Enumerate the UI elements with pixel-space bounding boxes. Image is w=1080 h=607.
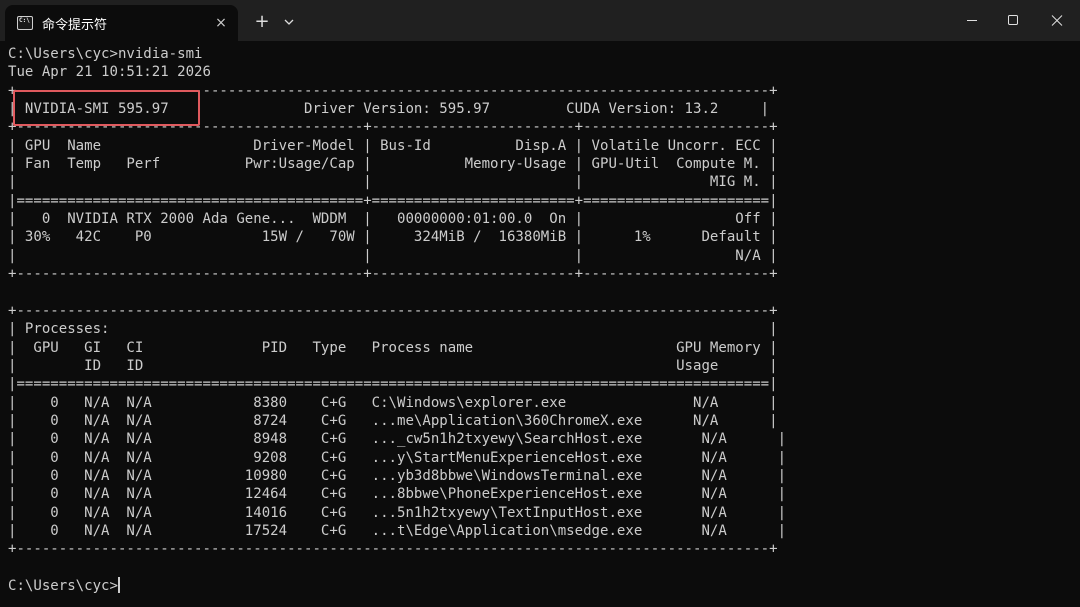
minimize-button[interactable] <box>949 0 995 41</box>
terminal-line: | 0 N/A N/A 14016 C+G ...5n1h2txyewy\Tex… <box>8 504 787 521</box>
terminal-line: Tue Apr 21 10:51:21 2026 <box>8 64 211 81</box>
terminal-line: +---------------------------------------… <box>8 541 778 558</box>
text-cursor <box>117 576 120 593</box>
terminal-line: | 0 N/A N/A 9208 C+G ...y\StartMenuExper… <box>8 449 787 466</box>
terminal-line: | Processes: | <box>8 321 778 338</box>
chevron-down-icon[interactable] <box>279 10 299 34</box>
terminal-line: | 0 N/A N/A 10980 C+G ...yb3d8bbwe\Windo… <box>8 467 787 484</box>
terminal-output[interactable]: C:\Users\cyc>nvidia-smi Tue Apr 21 10:51:… <box>8 45 786 595</box>
highlight-box <box>13 90 200 126</box>
title-bar: C:\ 命令提示符 × + <box>0 0 1080 41</box>
terminal-line: | ID ID Usage | <box>8 357 778 374</box>
terminal-line: |=======================================… <box>8 192 778 209</box>
maximize-button[interactable] <box>990 0 1036 41</box>
terminal-line: | GPU Name Driver-Model | Bus-Id Disp.A … <box>8 137 778 154</box>
cmd-icon: C:\ <box>17 16 33 30</box>
command-prompt: C:\Users\cyc> <box>8 576 120 594</box>
terminal-line: +---------------------------------------… <box>8 302 778 319</box>
terminal-line: | 0 N/A N/A 8948 C+G ..._cw5n1h2txyewy\S… <box>8 431 787 448</box>
terminal-line: |=======================================… <box>8 376 778 393</box>
terminal-line: | 0 N/A N/A 8380 C+G C:\Windows\explorer… <box>8 394 778 411</box>
tab-close-icon[interactable]: × <box>211 13 231 33</box>
terminal-line: C:\Users\cyc>nvidia-smi <box>8 46 203 62</box>
tab-title: 命令提示符 <box>42 18 108 33</box>
close-button[interactable] <box>1034 0 1080 41</box>
terminal-line: | 0 N/A N/A 17524 C+G ...t\Edge\Applicat… <box>8 522 787 539</box>
terminal-line: | GPU GI CI PID Type Process name GPU Me… <box>8 339 778 356</box>
terminal-tab[interactable]: C:\ 命令提示符 × <box>5 5 238 41</box>
terminal-line: +---------------------------------------… <box>8 266 778 283</box>
terminal-line: | 0 N/A N/A 12464 C+G ...8bbwe\PhoneExpe… <box>8 486 787 503</box>
terminal-line: | 0 NVIDIA RTX 2000 Ada Gene... WDDM | 0… <box>8 211 778 228</box>
terminal-line: | Fan Temp Perf Pwr:Usage/Cap | Memory-U… <box>8 156 778 173</box>
terminal-line: | 0 N/A N/A 8724 C+G ...me\Application\3… <box>8 412 778 429</box>
new-tab-button[interactable]: + <box>250 10 274 34</box>
terminal-line: | | | N/A | <box>8 247 778 264</box>
terminal-line: | | | MIG M. | <box>8 174 778 191</box>
terminal-line: | 30% 42C P0 15W / 70W | 324MiB / 16380M… <box>8 229 778 246</box>
